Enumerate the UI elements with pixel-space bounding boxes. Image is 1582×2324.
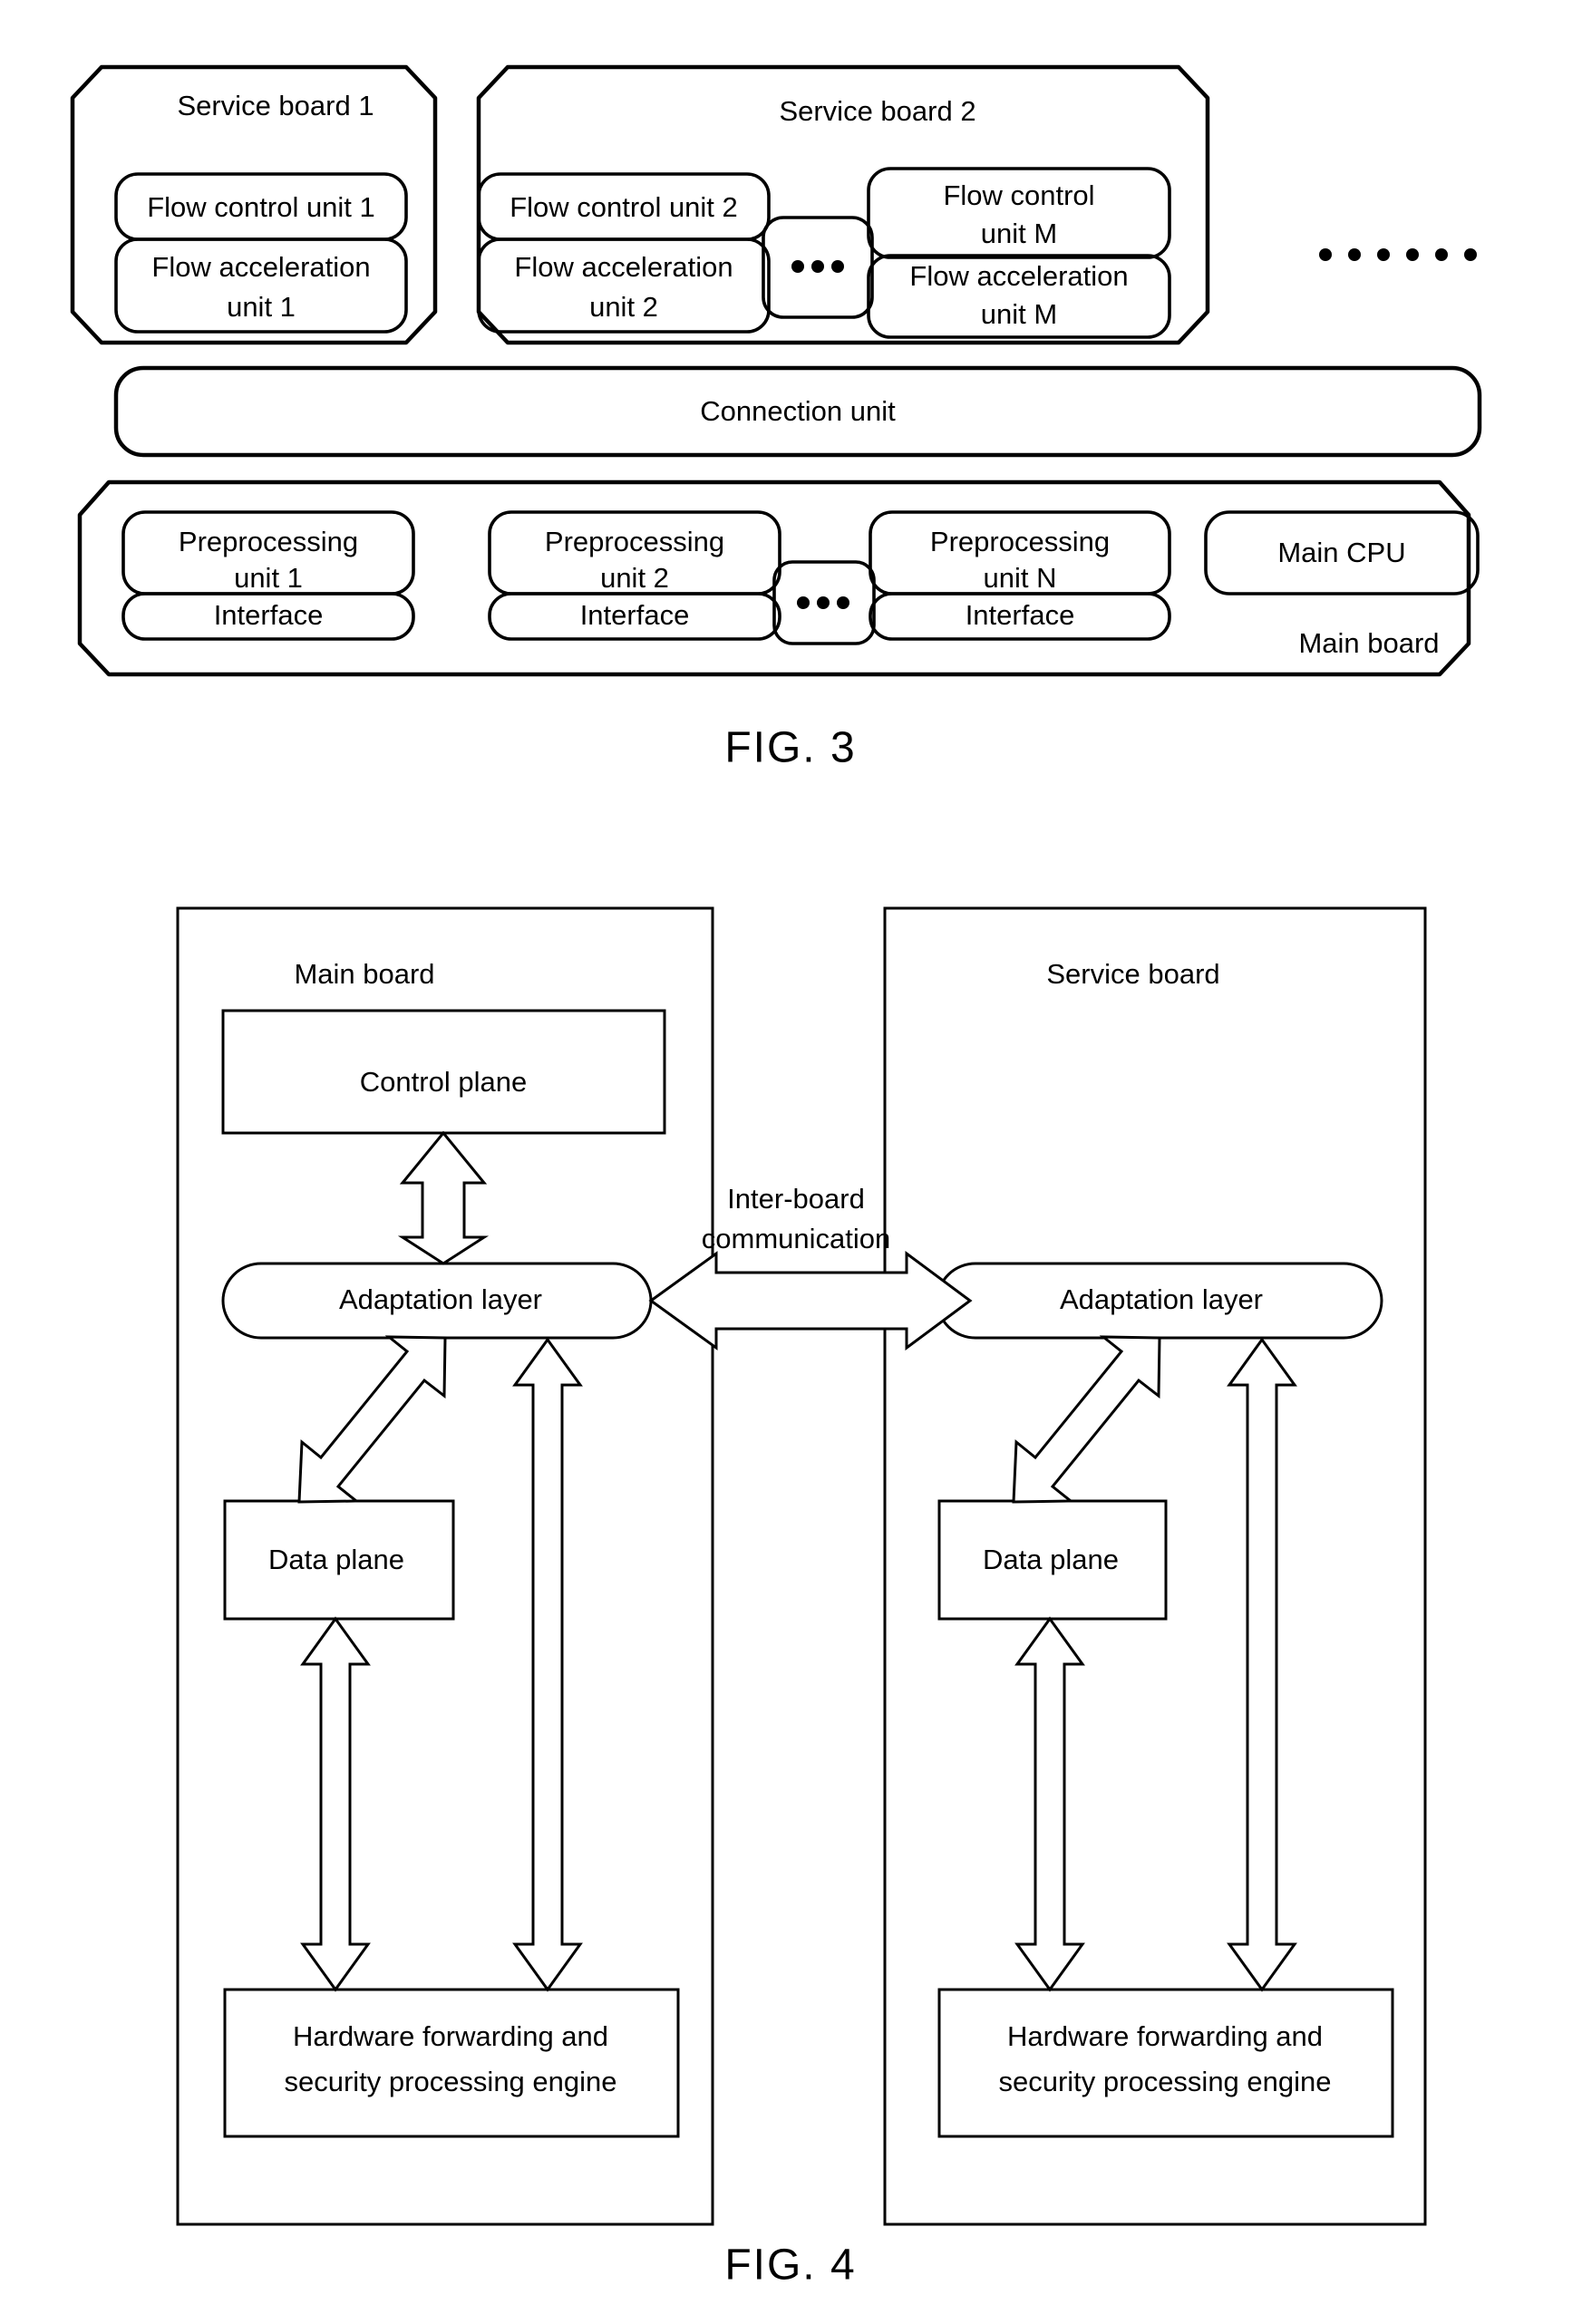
engine-service-box [937,1988,1394,2138]
service-board-ellipsis-dots [791,260,844,273]
interface-n-label: Interface [966,599,1075,631]
arrow-adaptation-to-engine-main [512,1337,583,1992]
inter-board-label-line1: Inter-board [727,1183,865,1215]
main-board-ellipsis-dots [797,596,849,609]
control-plane-label: Control plane [360,1066,527,1098]
arrow-adaptation-to-engine-service [1227,1337,1297,1992]
arrow-dataplane-to-engine-service [1014,1616,1085,1992]
preprocessing-unit-2-label-line1: Preprocessing [545,526,724,557]
arrow-adaptation-to-dataplane-service [1012,1335,1161,1504]
interface-2-label: Interface [580,599,690,631]
interface-1-label: Interface [214,599,324,631]
preprocessing-unit-1-label-line1: Preprocessing [179,526,358,557]
patent-figure-sheet: Service board 1 Service board 2 Flow con… [0,0,1582,2324]
flow-control-unit-m-label-line2: unit M [981,218,1057,249]
service-board-2-title: Service board 2 [779,95,975,127]
fig4-main-board-title: Main board [294,958,434,990]
adaptation-layer-main-label: Adaptation layer [339,1283,542,1315]
fig4-service-board-title: Service board [1046,958,1219,990]
engine-service-label-line1: Hardware forwarding and [1007,2020,1323,2052]
inter-board-label-line2: communication [702,1223,890,1254]
engine-main-label-line1: Hardware forwarding and [293,2020,608,2052]
flow-control-unit-2-label: Flow control unit 2 [510,191,738,223]
arrow-dataplane-to-engine-main [300,1616,371,1992]
data-plane-service-label: Data plane [983,1544,1119,1575]
trailing-ellipsis-dots [1319,248,1477,261]
flow-acceleration-unit-1-label-line1: Flow acceleration [151,251,370,283]
service-board-1-title: Service board 1 [177,90,374,121]
flow-acceleration-unit-1-label-line2: unit 1 [227,291,296,323]
connection-unit-label: Connection unit [700,395,896,427]
engine-main-label-line2: security processing engine [284,2066,616,2097]
preprocessing-unit-n-label-line1: Preprocessing [930,526,1110,557]
flow-control-unit-m-label-line1: Flow control [943,179,1094,211]
preprocessing-unit-2-label-line2: unit 2 [600,562,669,594]
fig3-caption: FIG. 3 [724,724,856,772]
fig4-caption: FIG. 4 [724,2242,856,2290]
engine-service-label-line2: security processing engine [998,2066,1331,2097]
figure-canvas: Service board 1 Service board 2 Flow con… [70,64,1482,2290]
flow-acceleration-unit-m-label-line1: Flow acceleration [909,260,1128,292]
engine-main-box [223,1988,680,2138]
main-board-label: Main board [1298,627,1439,659]
preprocessing-unit-1-label-line2: unit 1 [234,562,303,594]
data-plane-main-label: Data plane [268,1544,404,1575]
main-cpu-label: Main CPU [1277,537,1405,568]
flow-acceleration-unit-2-label-line2: unit 2 [589,291,658,323]
arrow-inter-board-communication [648,1251,973,1351]
arrow-control-to-adaptation [397,1130,490,1265]
flow-acceleration-unit-2-label-line1: Flow acceleration [514,251,733,283]
arrow-adaptation-to-dataplane-main [297,1335,447,1504]
adaptation-layer-service-label: Adaptation layer [1060,1283,1263,1315]
preprocessing-unit-n-label-line2: unit N [984,562,1057,594]
flow-acceleration-unit-m-label-line2: unit M [981,298,1057,330]
flow-control-unit-1-label: Flow control unit 1 [147,191,375,223]
